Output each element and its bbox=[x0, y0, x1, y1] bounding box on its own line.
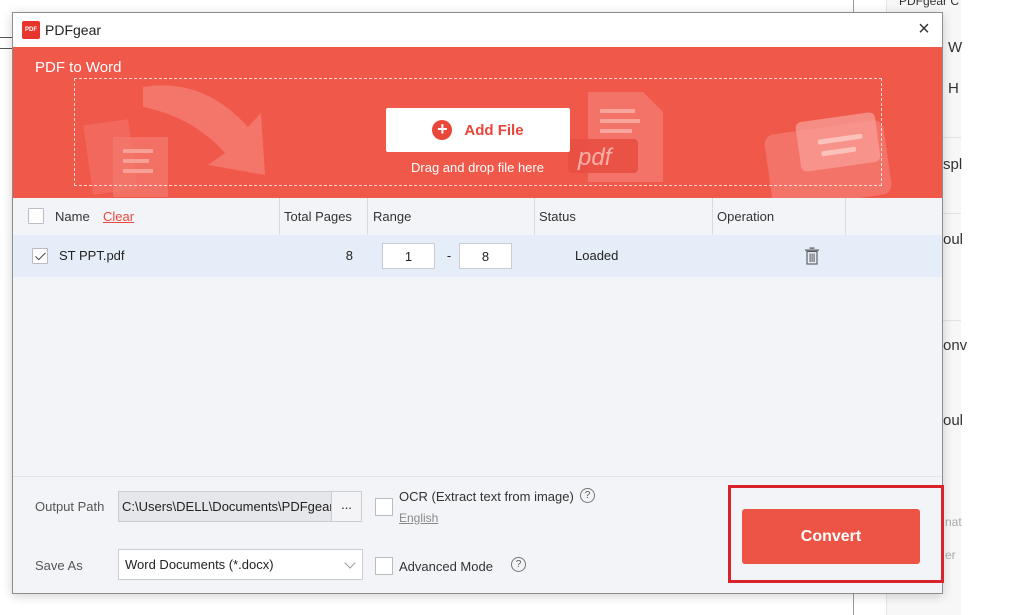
file-name: ST PPT.pdf bbox=[59, 248, 125, 263]
save-as-label: Save As bbox=[35, 558, 83, 573]
save-as-select[interactable]: Word Documents (*.docx) bbox=[118, 549, 363, 580]
advanced-mode-help-icon[interactable]: ? bbox=[511, 557, 526, 572]
output-path-label: Output Path bbox=[35, 499, 105, 514]
ocr-checkbox[interactable] bbox=[375, 498, 393, 516]
file-table-header: Name Clear Total Pages Range Status Oper… bbox=[13, 198, 942, 235]
background-text: spl bbox=[943, 156, 963, 173]
column-divider bbox=[367, 198, 368, 235]
output-path-input[interactable]: C:\Users\DELL\Documents\PDFgear bbox=[119, 492, 331, 521]
background-divider bbox=[0, 37, 12, 38]
convert-highlight-box bbox=[728, 485, 944, 583]
range-from-input[interactable] bbox=[382, 243, 435, 269]
add-file-button[interactable]: + Add File bbox=[386, 108, 570, 152]
range-to-input[interactable] bbox=[459, 243, 512, 269]
column-header-total-pages: Total Pages bbox=[284, 209, 352, 224]
trash-icon[interactable] bbox=[804, 247, 820, 265]
column-divider bbox=[534, 198, 535, 235]
total-pages-value: 8 bbox=[345, 248, 353, 263]
app-title: PDFgear bbox=[45, 22, 102, 38]
background-text: PDFgear C bbox=[899, 0, 960, 8]
column-header-operation: Operation bbox=[717, 209, 775, 224]
advanced-mode-label: Advanced Mode bbox=[399, 559, 493, 574]
output-path-group: C:\Users\DELL\Documents\PDFgear ... bbox=[118, 491, 362, 522]
ocr-label: OCR (Extract text from image) bbox=[399, 489, 574, 504]
status-value: Loaded bbox=[575, 248, 619, 263]
file-table-body: ST PPT.pdf 8 - Loaded bbox=[13, 235, 942, 475]
background-divider bbox=[0, 48, 12, 49]
column-divider bbox=[712, 198, 713, 235]
drag-drop-hint: Drag and drop file here bbox=[411, 160, 544, 175]
background-text: oul bbox=[943, 231, 964, 248]
drop-banner: PDF to Word pdf + Add File Drag and drop… bbox=[13, 47, 942, 198]
clear-link[interactable]: Clear bbox=[103, 198, 134, 235]
plus-circle-icon: + bbox=[432, 120, 453, 140]
ocr-language-link[interactable]: English bbox=[399, 511, 438, 525]
save-as-value: Word Documents (*.docx) bbox=[125, 557, 274, 572]
title-bar: PDF PDFgear × bbox=[13, 13, 942, 47]
background-text: H bbox=[948, 80, 959, 97]
banner-title: PDF to Word bbox=[35, 59, 122, 76]
row-checkbox[interactable] bbox=[32, 248, 48, 264]
close-button[interactable]: × bbox=[912, 18, 936, 42]
select-all-checkbox[interactable] bbox=[28, 208, 44, 224]
table-row[interactable]: ST PPT.pdf 8 - Loaded bbox=[13, 235, 942, 277]
chevron-down-icon bbox=[344, 557, 356, 569]
advanced-mode-checkbox[interactable] bbox=[375, 557, 393, 575]
browse-button[interactable]: ... bbox=[331, 492, 361, 521]
ocr-help-icon[interactable]: ? bbox=[580, 488, 595, 503]
column-header-range: Range bbox=[373, 209, 412, 224]
column-divider bbox=[845, 198, 846, 235]
background-text: nat bbox=[945, 515, 962, 529]
add-file-label: Add File bbox=[464, 121, 524, 139]
background-text: er bbox=[945, 548, 956, 562]
background-text: W bbox=[948, 39, 963, 56]
column-divider bbox=[279, 198, 280, 235]
background-text: onv bbox=[943, 337, 968, 354]
column-header-status: Status bbox=[539, 209, 576, 224]
background-text: oul bbox=[943, 412, 964, 429]
column-header-name: Name bbox=[55, 209, 90, 224]
pdfgear-logo-icon: PDF bbox=[22, 21, 40, 39]
range-separator: - bbox=[446, 248, 452, 263]
